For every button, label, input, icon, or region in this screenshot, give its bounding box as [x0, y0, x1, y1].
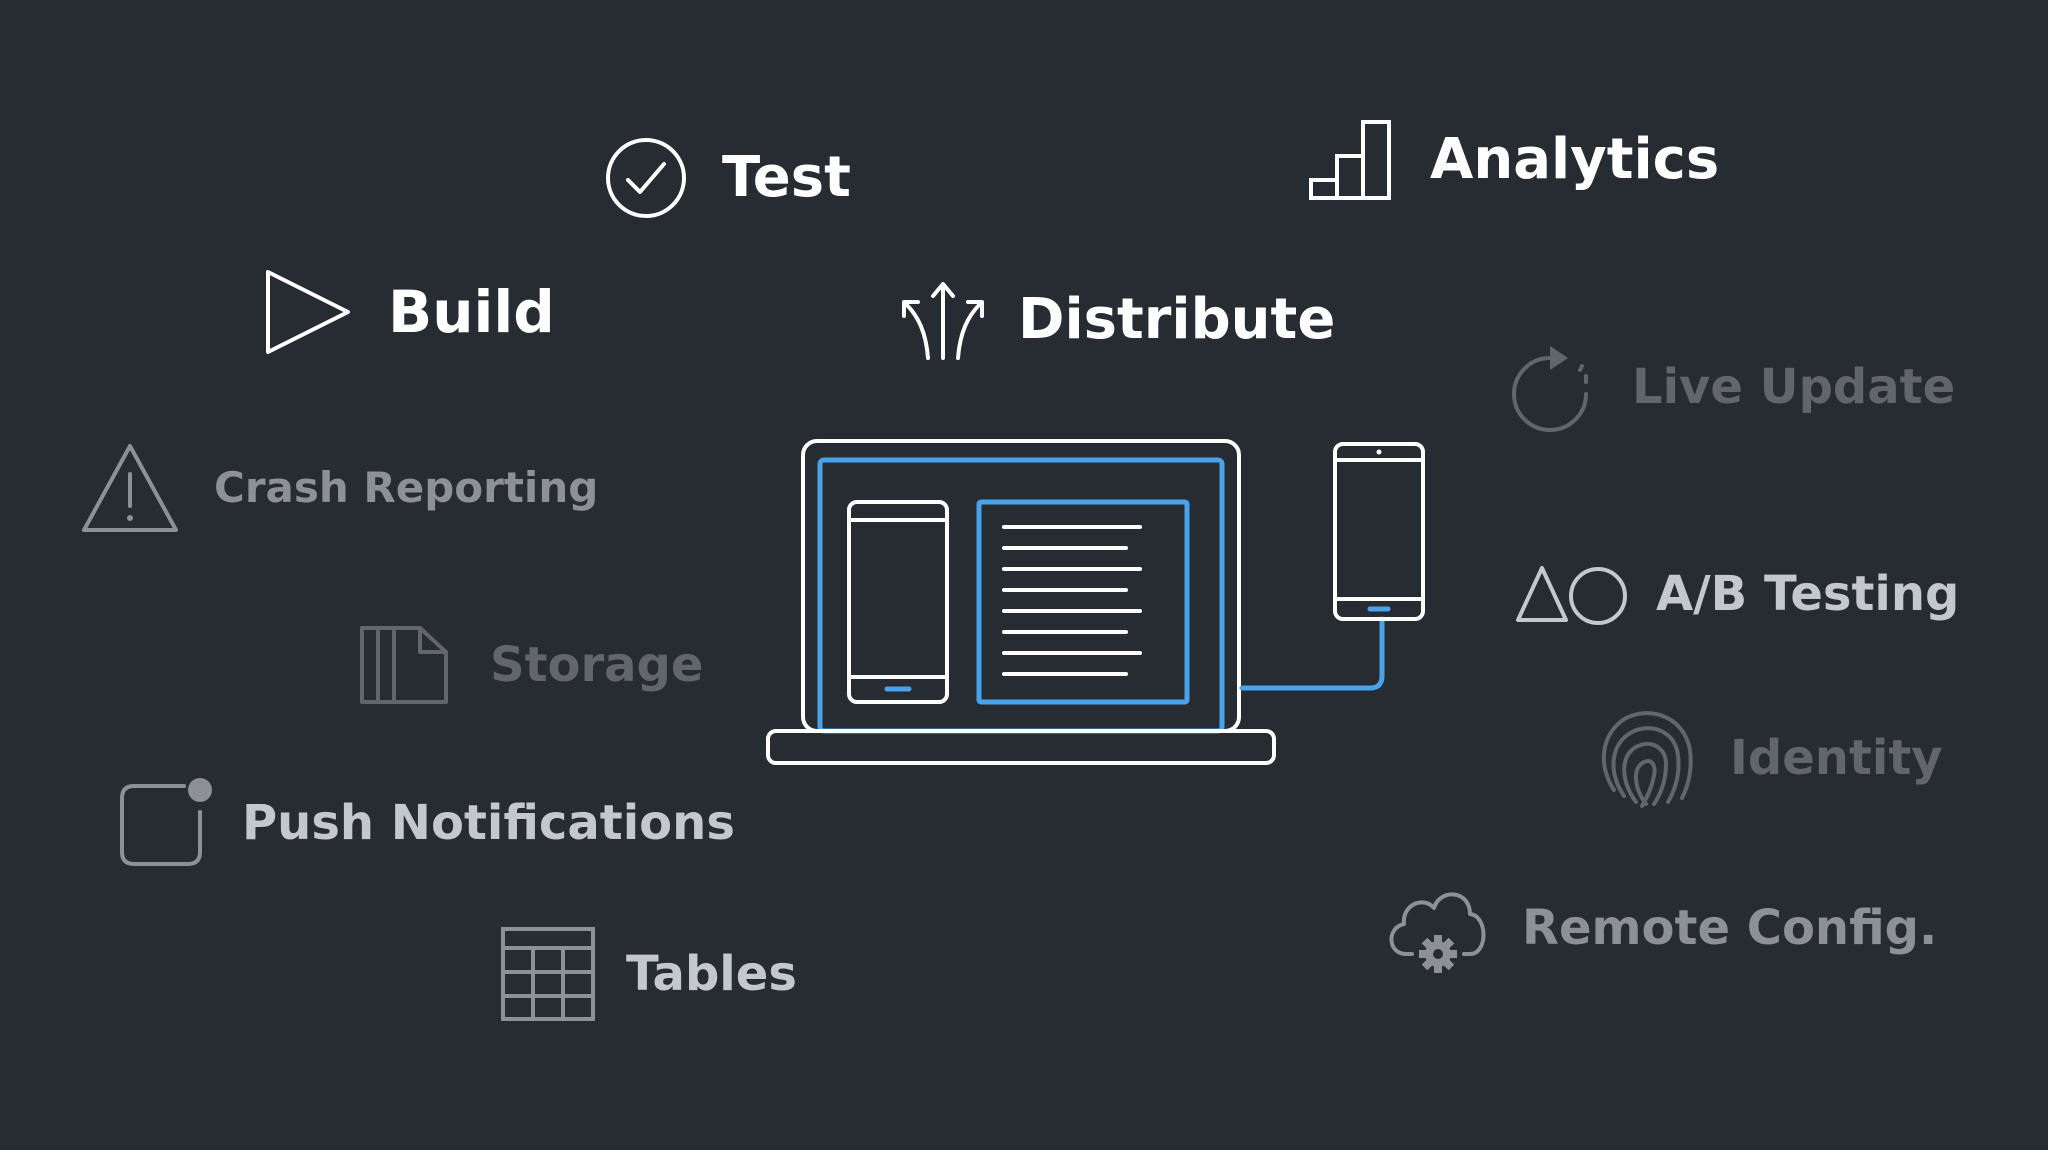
feature-analytics: Analytics [1308, 118, 1719, 202]
triangle-circle-icon [1516, 566, 1627, 625]
cloud-gear-icon [1389, 892, 1486, 973]
storage-icon [360, 626, 448, 704]
feature-storage: Storage [358, 624, 703, 706]
play-icon [266, 270, 350, 354]
laptop-base [766, 729, 1276, 765]
bar-chart-icon [1309, 120, 1391, 200]
feature-overview: Test Analytics Build Distribute Live Upd… [0, 0, 2048, 1150]
feature-remote-config: Remote Config. [1384, 882, 1937, 974]
feature-test-label: Test [722, 145, 851, 210]
feature-crash-reporting-label: Crash Reporting [214, 463, 599, 512]
feature-distribute: Distribute [900, 280, 1335, 360]
notification-badge-icon [120, 778, 212, 866]
feature-identity: Identity [1592, 706, 1943, 810]
feature-push-notifications: Push Notifications [118, 778, 735, 868]
feature-tables-label: Tables [626, 946, 797, 1002]
phone-cable [1239, 616, 1385, 691]
feature-identity-label: Identity [1730, 730, 1943, 786]
feature-build: Build [264, 268, 555, 356]
laptop-with-phones-icon [766, 439, 1425, 765]
feature-storage-label: Storage [490, 637, 704, 693]
feature-live-update-label: Live Update [1632, 359, 1956, 415]
feature-push-notifications-label: Push Notifications [242, 795, 735, 851]
screen-phone [847, 500, 949, 704]
feature-live-update: Live Update [1510, 342, 1955, 432]
refresh-icon [1512, 346, 1588, 432]
split-arrows-icon [902, 282, 984, 360]
feature-test: Test [604, 136, 851, 220]
laptop-lid [801, 439, 1241, 733]
grid-table-icon [501, 927, 595, 1021]
feature-analytics-label: Analytics [1430, 127, 1720, 192]
warning-icon [82, 444, 178, 532]
feature-build-label: Build [388, 278, 555, 346]
feature-crash-reporting: Crash Reporting [80, 442, 598, 534]
check-circle-icon [606, 138, 686, 218]
fingerprint-icon [1601, 711, 1693, 808]
feature-distribute-label: Distribute [1018, 287, 1336, 352]
feature-tables: Tables [500, 926, 797, 1022]
external-phone [1333, 442, 1425, 621]
feature-ab-testing-label: A/B Testing [1656, 566, 1960, 622]
feature-ab-testing: A/B Testing [1514, 562, 1959, 626]
feature-remote-config-label: Remote Config. [1522, 900, 1938, 956]
